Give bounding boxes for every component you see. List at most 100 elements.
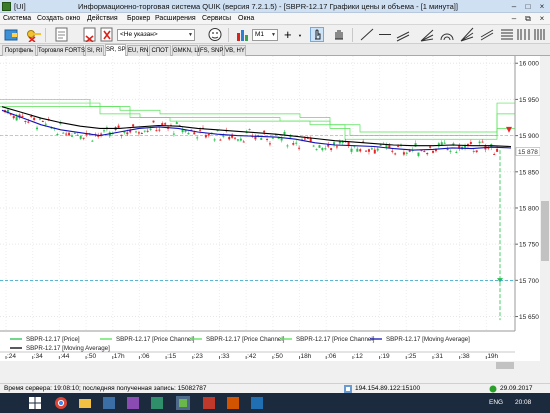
candle <box>193 132 196 135</box>
server-time-status: Время сервера: 19:08:10; последняя получ… <box>4 385 207 392</box>
hline-icon[interactable] <box>378 27 392 42</box>
time-label: :50 <box>274 353 283 360</box>
child-restore-button[interactable]: ⧉ <box>521 13 535 24</box>
tab-si-ri[interactable]: SI, RI <box>85 45 104 56</box>
tab-gmkn-lk[interactable]: GMKN, LK <box>172 45 202 56</box>
candle <box>370 148 373 150</box>
windows-start-icon[interactable] <box>28 396 42 410</box>
candle <box>472 150 475 152</box>
menu-bar: Система Создать окно Действия Брокер Рас… <box>0 13 550 25</box>
time-zones-icon[interactable] <box>516 27 530 42</box>
menu-actions[interactable]: Действия <box>87 15 118 22</box>
arc-icon[interactable] <box>440 27 454 42</box>
time-label: :24 <box>7 353 16 360</box>
time-label: :42 <box>247 353 256 360</box>
key-icon[interactable] <box>26 27 42 42</box>
candle <box>446 149 449 151</box>
time-label: :34 <box>34 353 43 360</box>
status-bar: Время сервера: 19:08:10; последняя получ… <box>0 383 550 393</box>
menu-broker[interactable]: Брокер <box>127 15 150 22</box>
chart-type-icon[interactable] <box>235 27 249 42</box>
app-icon[interactable] <box>226 396 240 410</box>
child-minimize-button[interactable]: – <box>507 13 521 24</box>
app-icon[interactable] <box>102 396 116 410</box>
candle <box>303 138 306 140</box>
candle <box>260 138 263 140</box>
time-label: :38 <box>461 353 470 360</box>
interval-select[interactable]: M1 ▼ <box>252 29 278 41</box>
app-icon[interactable] <box>126 396 140 410</box>
fibo-levels-icon[interactable] <box>500 27 514 42</box>
crosshair-icon[interactable]: + <box>284 28 292 41</box>
candle <box>254 136 257 140</box>
andrews-icon[interactable] <box>480 27 494 42</box>
fibo-fan-icon[interactable] <box>460 27 474 42</box>
tab-forts-trading[interactable]: Торговля FORTS <box>37 45 85 56</box>
hand-pointer-icon[interactable] <box>310 27 324 42</box>
candle <box>117 125 120 128</box>
menu-system[interactable]: Система <box>3 15 31 22</box>
hand-pan-icon[interactable] <box>332 27 346 42</box>
candle <box>27 121 30 123</box>
candle <box>295 142 298 144</box>
status-ok-icon <box>489 385 497 393</box>
chevron-down-icon[interactable]: ▼ <box>298 33 302 38</box>
cycles-icon[interactable] <box>534 27 548 42</box>
candle <box>402 152 405 155</box>
child-close-button[interactable]: × <box>535 13 549 24</box>
menu-services[interactable]: Сервисы <box>202 15 231 22</box>
tab-sr-sp[interactable]: SR, SP <box>105 44 126 56</box>
app-icon[interactable] <box>250 396 264 410</box>
face-icon[interactable] <box>208 27 222 42</box>
price-chart[interactable]: 16 000 15 950 15 900 15 850 15 800 15 750 15 7… <box>0 56 550 370</box>
delete-order-icon[interactable] <box>100 27 114 42</box>
candle <box>236 139 239 141</box>
quik-icon[interactable] <box>176 396 190 410</box>
tab-portfolio[interactable]: Портфель <box>2 45 36 56</box>
candle <box>56 133 59 135</box>
candle <box>79 136 82 139</box>
app-icon[interactable] <box>150 396 164 410</box>
horizontal-scrollbar[interactable] <box>0 361 540 370</box>
menu-windows[interactable]: Окна <box>238 15 254 22</box>
channel-icon[interactable] <box>396 27 410 42</box>
chart-window[interactable]: 16 000 15 950 15 900 15 850 15 800 15 750 15 7… <box>0 56 550 370</box>
wallet-icon[interactable] <box>4 27 18 42</box>
price-label: 16 000 <box>519 61 539 68</box>
candle <box>373 149 376 154</box>
close-button[interactable]: × <box>535 1 549 12</box>
candle <box>248 129 251 131</box>
chrome-icon[interactable] <box>54 396 68 410</box>
time-label: 19h <box>487 353 498 360</box>
tab-vb-hy[interactable]: VB, HY <box>224 45 246 56</box>
price-label: 15 750 <box>519 242 539 249</box>
new-order-icon[interactable] <box>55 27 69 42</box>
tab-spot[interactable]: СПОТ <box>149 45 171 56</box>
time-label: :50 <box>87 353 96 360</box>
folder-icon[interactable] <box>78 396 92 410</box>
hscroll-thumb[interactable] <box>496 362 514 369</box>
candle <box>62 132 65 134</box>
fan-icon[interactable] <box>420 27 434 42</box>
app-icon[interactable] <box>202 396 216 410</box>
tab-eu-rn[interactable]: EU, RN <box>127 45 148 56</box>
toolbar: <Не указан> ▼ M1 ▼ + ▼ <box>0 25 550 44</box>
menu-extensions[interactable]: Расширения <box>155 15 196 22</box>
tab-fs-snp[interactable]: FS, SNP <box>199 45 223 56</box>
time-label: :06 <box>140 353 149 360</box>
scrollbar-thumb[interactable] <box>541 201 549 261</box>
candle <box>312 145 315 147</box>
language-indicator[interactable]: ENG <box>489 399 503 406</box>
clock[interactable]: 20:08 <box>515 399 531 406</box>
price-label: 15 950 <box>519 97 539 104</box>
account-select[interactable]: <Не указан> ▼ <box>117 29 195 41</box>
toolbar-separator <box>45 28 46 42</box>
trendline-icon[interactable] <box>360 27 374 42</box>
legend-entry: SBPR-12.17 [Moving Average] <box>386 336 470 343</box>
time-label: :23 <box>194 353 203 360</box>
maximize-button[interactable]: □ <box>521 1 535 12</box>
candle <box>207 134 210 136</box>
minimize-button[interactable]: – <box>507 1 521 12</box>
cancel-order-icon[interactable] <box>83 27 97 42</box>
menu-create-window[interactable]: Создать окно <box>37 15 80 22</box>
